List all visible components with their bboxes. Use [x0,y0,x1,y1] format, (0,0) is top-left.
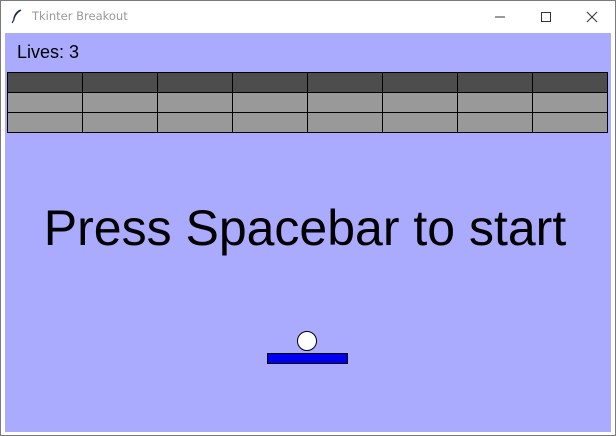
minimize-icon [495,16,505,18]
start-message: Press Spacebar to start [43,200,567,256]
brick [532,92,608,113]
lives-counter: Lives: 3 [17,42,80,62]
brick [157,112,233,133]
brick [307,72,383,93]
brick-grid [7,72,608,133]
title-bar[interactable]: Tkinter Breakout [1,1,615,32]
brick [232,92,308,113]
maximize-icon [541,12,551,22]
maximize-button[interactable] [523,1,569,32]
ball [297,331,317,351]
brick [7,112,83,133]
paddle[interactable] [267,353,348,364]
brick [457,112,533,133]
game-canvas[interactable]: Lives: 3 Press Spacebar to start [5,33,611,432]
brick [382,92,458,113]
brick [7,72,83,93]
brick [7,92,83,113]
brick [232,112,308,133]
brick [307,112,383,133]
brick [157,92,233,113]
brick [382,72,458,93]
brick [82,72,158,93]
close-icon [586,11,598,23]
minimize-button[interactable] [477,1,523,32]
app-window: Tkinter Breakout Lives: 3 Press Spacebar… [0,0,616,436]
brick [457,92,533,113]
brick [532,112,608,133]
brick [532,72,608,93]
brick [307,92,383,113]
brick [82,112,158,133]
brick [457,72,533,93]
brick [82,92,158,113]
window-title: Tkinter Breakout [32,9,128,23]
brick [157,72,233,93]
brick [382,112,458,133]
close-button[interactable] [569,1,615,32]
brick [232,72,308,93]
feather-icon [9,8,25,24]
